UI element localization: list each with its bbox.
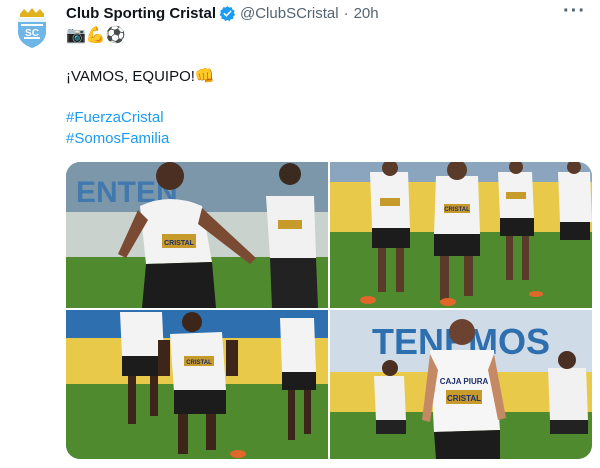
verified-badge-icon — [219, 5, 236, 21]
tweet-text: ¡VAMOS, EQUIPO!👊 — [66, 66, 215, 87]
shirt-sponsor-text: CRISTAL — [444, 207, 470, 213]
tweet-timestamp[interactable]: 20h — [354, 5, 379, 22]
shirt-sponsor-text: CRISTAL — [164, 240, 195, 247]
club-crest-avatar[interactable]: SC — [14, 8, 50, 48]
hashtag-link[interactable]: #FuerzaCristal — [66, 108, 164, 128]
more-options-button[interactable]: ··· — [563, 0, 586, 23]
training-photo-2[interactable]: CRISTAL — [330, 162, 592, 308]
user-handle[interactable]: @ClubSCristal — [240, 5, 339, 22]
shirt-sponsor-text: CRISTAL — [447, 394, 481, 403]
display-name[interactable]: Club Sporting Cristal — [66, 5, 216, 22]
shirt-sponsor-text: CRISTAL — [186, 360, 212, 366]
tweet-text-main: ¡VAMOS, EQUIPO! — [66, 68, 195, 85]
svg-text:SC: SC — [25, 28, 39, 39]
separator-dot: · — [343, 4, 349, 22]
training-photo-1[interactable]: ENTEN CRISTAL — [66, 162, 328, 308]
training-photo-4[interactable]: TENEMOS CAJA PIURA CRISTAL — [330, 310, 592, 459]
fist-emoji: 👊 — [194, 66, 215, 85]
hashtag-link[interactable]: #SomosFamilia — [66, 129, 169, 149]
training-photo-3[interactable]: CRISTAL — [66, 310, 328, 459]
tweet-header: Club Sporting Cristal @ClubSCristal · 20… — [66, 3, 379, 23]
shirt-caja-piura-text: CAJA PIURA — [440, 377, 489, 386]
photo-grid: ENTEN CRISTAL CRISTAL CRISTAL CAJA PIURA… — [66, 162, 592, 459]
emoji-line: 📷💪⚽ — [66, 25, 126, 44]
